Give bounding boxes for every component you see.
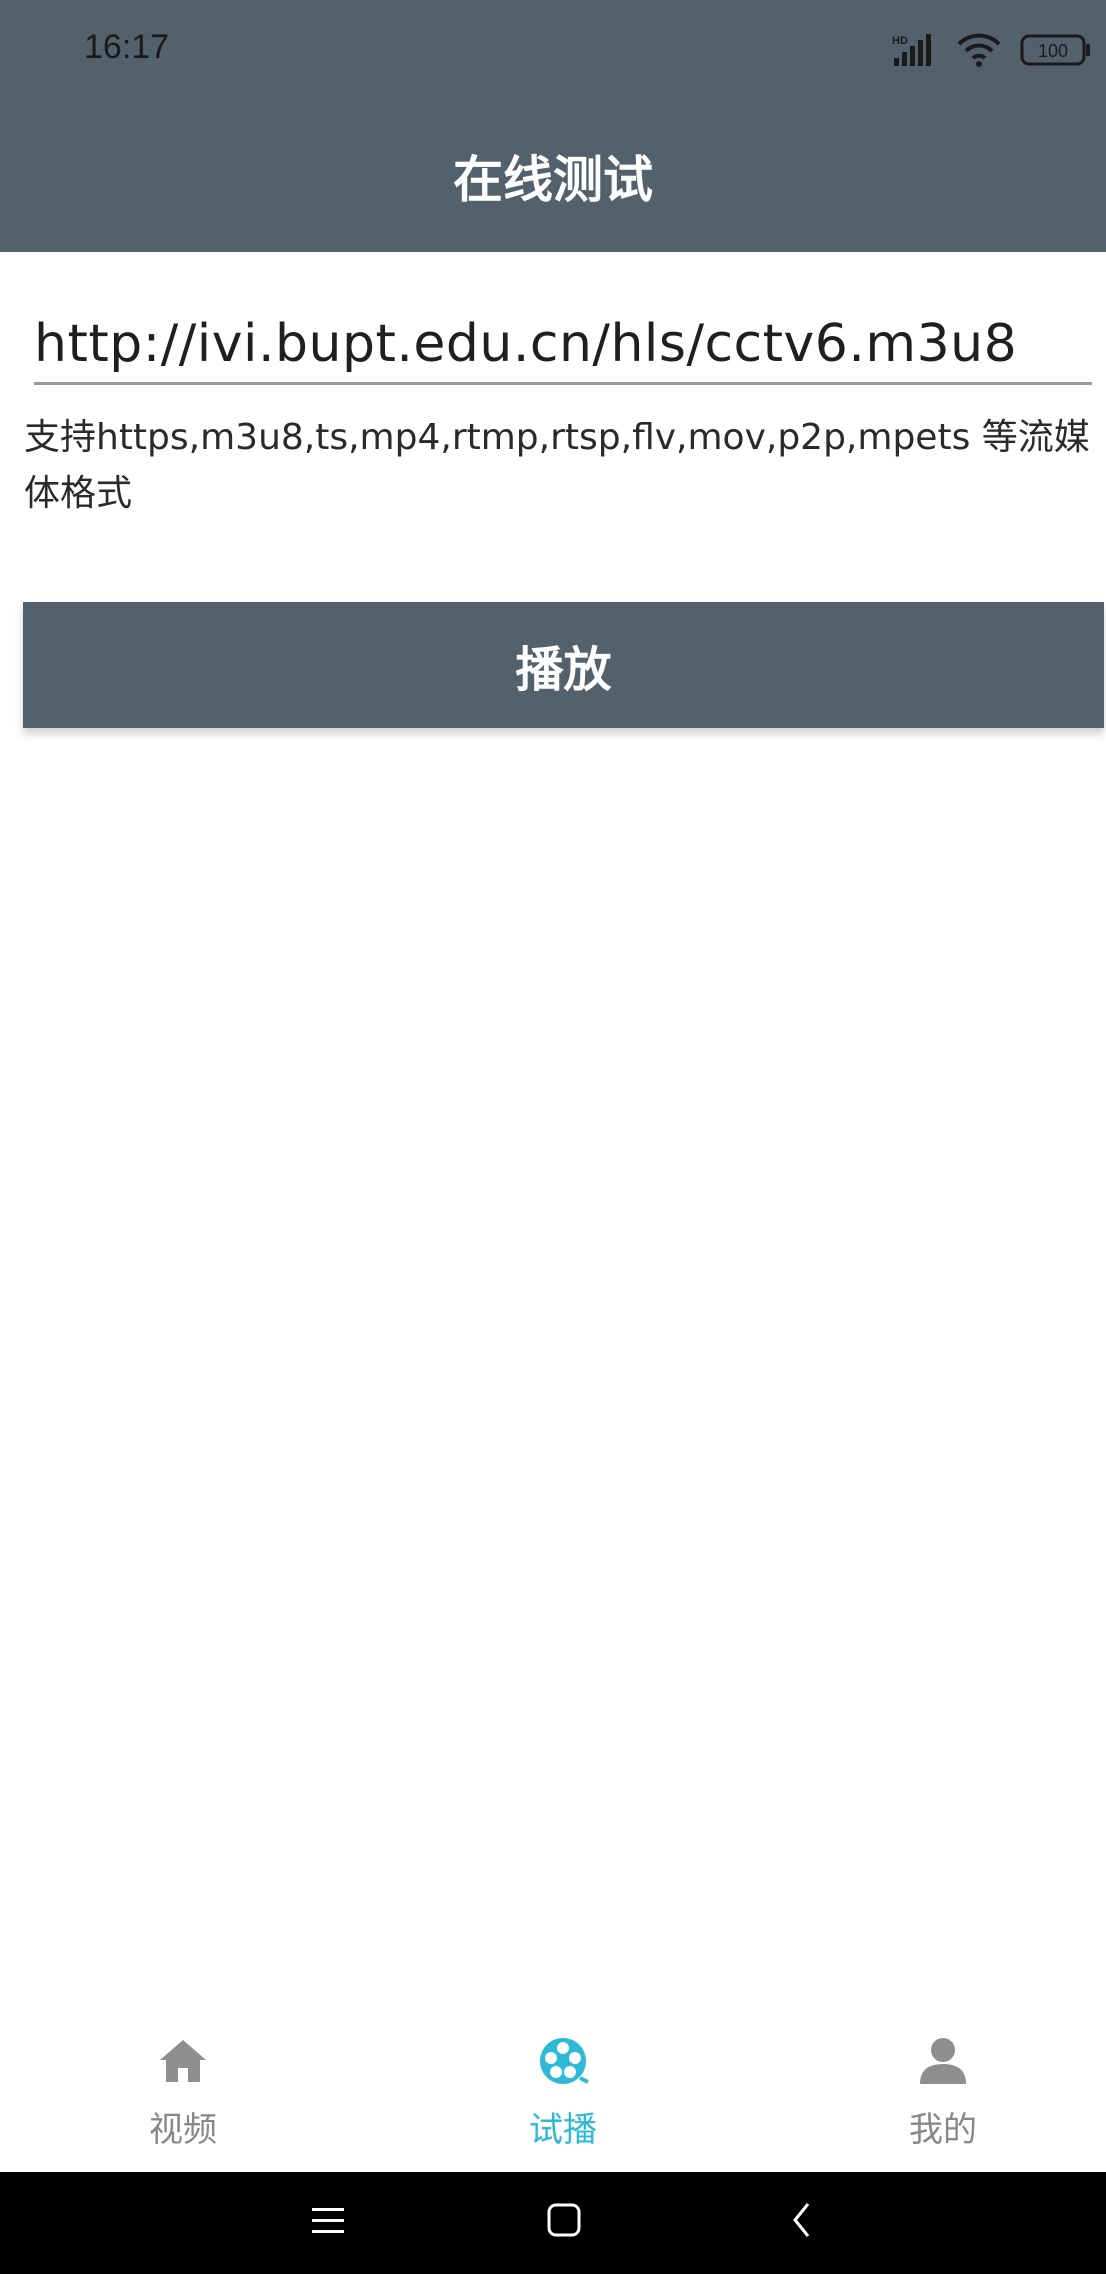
status-time: 16:17 xyxy=(84,28,170,66)
nav-label-video: 视频 xyxy=(149,2110,217,2150)
page-title: 在线测试 xyxy=(453,151,653,209)
wifi-icon xyxy=(956,32,1002,68)
nav-item-mine[interactable]: 我的 xyxy=(823,2034,1063,2151)
home-icon xyxy=(156,2034,210,2088)
app-header: 16:17 HD 100 在线测试 xyxy=(0,0,1106,252)
home-button-icon[interactable] xyxy=(546,2200,582,2244)
nav-label-trial-play: 试播 xyxy=(529,2110,597,2150)
battery-icon: 100 xyxy=(1020,33,1092,67)
system-navigation-bar xyxy=(0,2172,1106,2274)
cellular-signal-icon: HD xyxy=(892,32,938,68)
nav-item-trial-play[interactable]: 试播 xyxy=(443,2034,683,2151)
menu-icon[interactable] xyxy=(310,2200,346,2244)
status-icons: HD 100 xyxy=(892,30,1092,70)
bottom-navigation: 视频 试播 我的 xyxy=(0,2010,1106,2170)
svg-text:HD: HD xyxy=(892,35,908,47)
battery-level: 100 xyxy=(1038,41,1068,61)
nav-label-mine: 我的 xyxy=(909,2110,977,2150)
person-icon xyxy=(916,2034,970,2088)
film-reel-icon xyxy=(536,2034,590,2088)
supported-formats-hint: 支持https,m3u8,ts,mp4,rtmp,rtsp,flv,mov,p2… xyxy=(24,417,1090,514)
back-icon[interactable] xyxy=(790,2200,814,2244)
nav-item-video[interactable]: 视频 xyxy=(63,2034,303,2151)
play-button[interactable]: 播放 xyxy=(23,602,1104,728)
url-input[interactable] xyxy=(34,305,1092,385)
